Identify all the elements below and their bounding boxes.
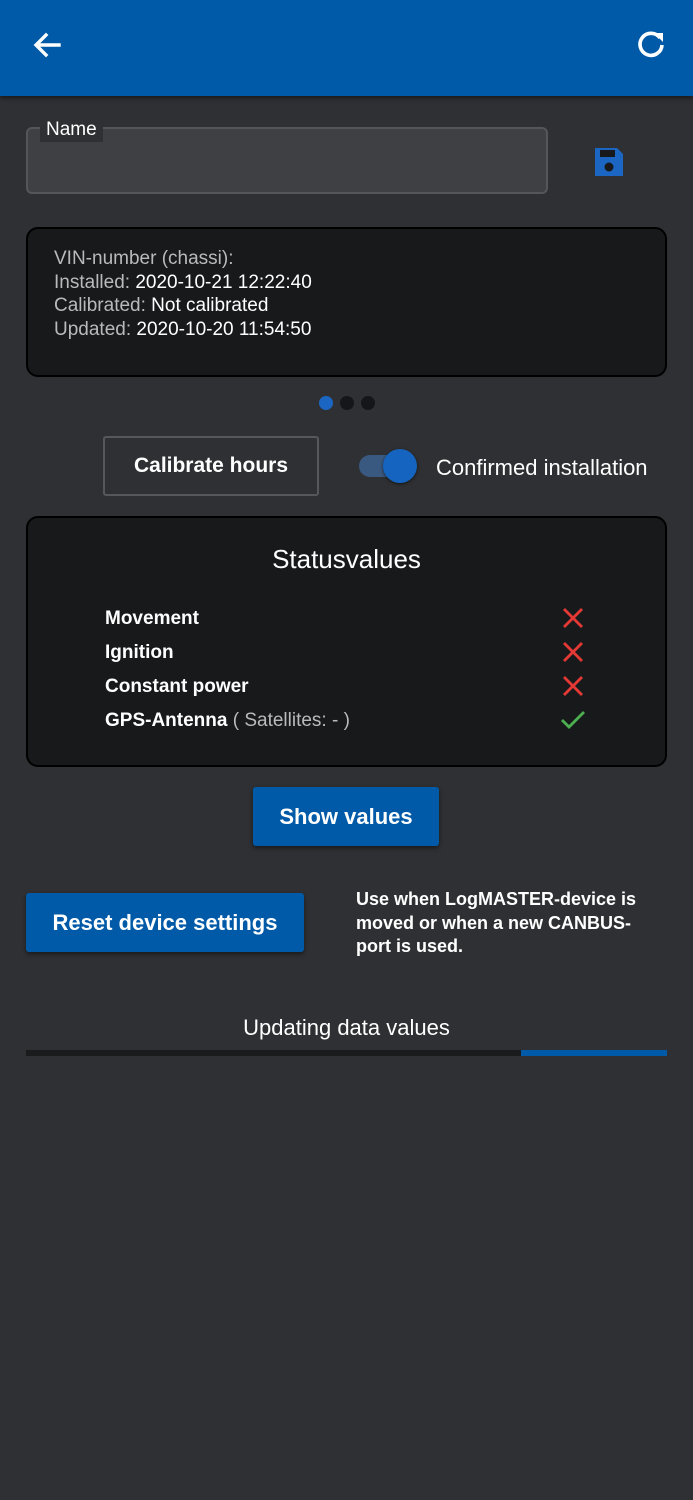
status-row-constant-power: Constant power	[105, 672, 585, 702]
status-row-ignition: Ignition	[105, 638, 585, 668]
status-label: Constant power	[105, 676, 249, 697]
show-values-button[interactable]: Show values	[253, 787, 439, 846]
save-floppy-icon	[595, 148, 623, 176]
satellites-count: ( Satellites: - )	[232, 710, 350, 731]
status-row-gps-antenna: GPS-Antenna ( Satellites: - )	[105, 706, 585, 736]
page-dot-1[interactable]	[319, 396, 333, 410]
cross-icon	[563, 608, 583, 628]
status-row-movement: Movement	[105, 604, 585, 634]
updated-value: 2020-10-20 11:54:50	[136, 318, 312, 340]
back-button[interactable]	[26, 24, 68, 66]
updated-row: Updated: 2020-10-20 11:54:50	[54, 318, 665, 342]
installed-value: 2020-10-21 12:22:40	[135, 271, 312, 293]
checkmark-icon	[561, 711, 585, 729]
name-field[interactable]	[26, 127, 548, 194]
updated-label: Updated:	[54, 318, 132, 340]
vin-label: VIN-number (chassi):	[54, 248, 234, 269]
status-values-card: Statusvalues Movement Ignition Constant …	[26, 516, 667, 767]
page-indicator	[319, 396, 375, 410]
page-dot-2[interactable]	[340, 396, 354, 410]
installed-row: Installed: 2020-10-21 12:22:40	[54, 271, 665, 295]
updating-label: Updating data values	[243, 1015, 450, 1040]
reset-note: Use when LogMASTER-device is moved or wh…	[356, 889, 637, 956]
installed-label: Installed:	[54, 271, 131, 293]
app-bar	[0, 0, 693, 96]
progress-bar	[26, 1050, 667, 1056]
vin-row: VIN-number (chassi):	[54, 247, 665, 271]
calibrated-row: Calibrated: Not calibrated	[54, 294, 665, 318]
refresh-icon	[638, 31, 664, 58]
calibrated-label: Calibrated:	[54, 295, 146, 316]
status-label: GPS-Antenna ( Satellites: - )	[105, 710, 350, 731]
calibrated-value: Not calibrated	[151, 295, 269, 316]
save-button[interactable]	[588, 142, 630, 182]
calibrate-hours-button[interactable]: Calibrate hours	[103, 436, 319, 496]
page-dot-3[interactable]	[361, 396, 375, 410]
device-info-card: VIN-number (chassi): Installed: 2020-10-…	[26, 227, 667, 377]
cross-icon	[563, 676, 583, 696]
status-label: Movement	[105, 608, 199, 629]
name-input[interactable]	[42, 143, 536, 185]
refresh-button[interactable]	[629, 22, 673, 66]
reset-device-settings-button[interactable]: Reset device settings	[26, 893, 304, 952]
confirmed-installation-label: Confirmed installation	[436, 455, 648, 480]
cross-icon	[563, 642, 583, 662]
status-label: Ignition	[105, 642, 174, 663]
progress-fill	[520, 1050, 667, 1056]
confirmed-installation-toggle[interactable]	[357, 449, 419, 485]
arrow-left-icon	[33, 32, 61, 58]
name-label: Name	[40, 118, 103, 142]
status-title: Statusvalues	[272, 544, 421, 574]
toggle-thumb	[383, 449, 417, 483]
